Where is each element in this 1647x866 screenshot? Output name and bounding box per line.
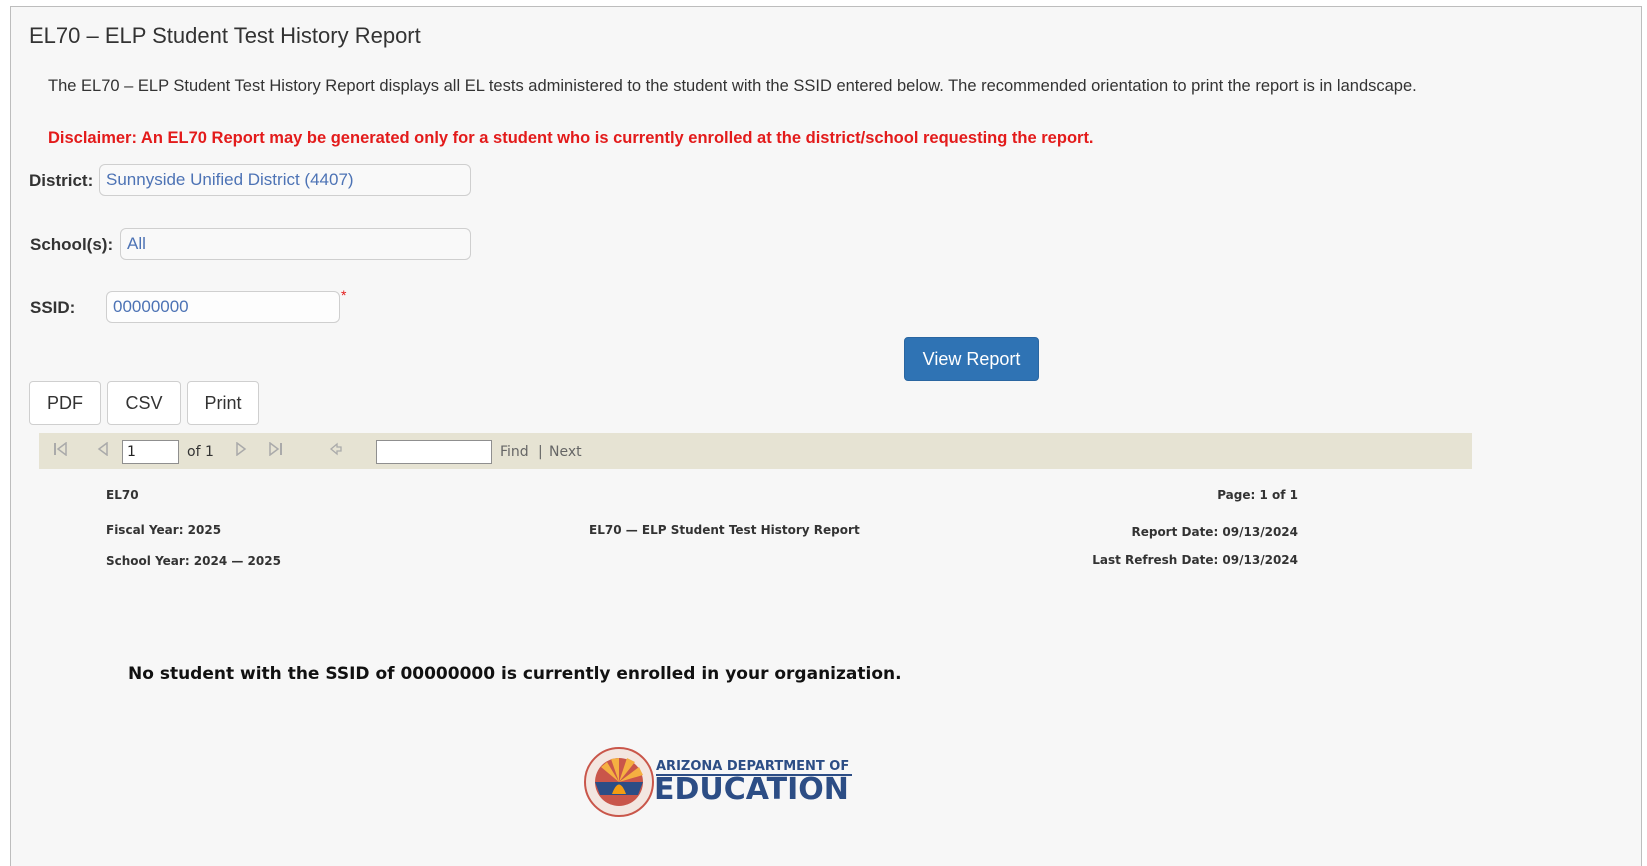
last-refresh-date: Last Refresh Date: 09/13/2024 bbox=[1092, 553, 1298, 567]
ssid-label: SSID: bbox=[30, 298, 76, 317]
pdf-button[interactable]: PDF bbox=[29, 381, 101, 425]
view-report-button[interactable]: View Report bbox=[904, 337, 1039, 381]
report-code: EL70 bbox=[106, 488, 139, 502]
page-number-input[interactable] bbox=[122, 440, 179, 464]
schools-field[interactable]: All bbox=[120, 228, 471, 260]
find-link[interactable]: Find bbox=[500, 444, 529, 460]
district-field[interactable]: Sunnyside Unified District (4407) bbox=[99, 164, 471, 196]
report-title: EL70 — ELP Student Test History Report bbox=[589, 523, 860, 537]
disclaimer-text: Disclaimer: An EL70 Report may be genera… bbox=[48, 129, 1094, 147]
first-page-icon[interactable] bbox=[53, 441, 69, 459]
report-panel: EL70 – ELP Student Test History Report T… bbox=[10, 6, 1642, 866]
report-date: Report Date: 09/13/2024 bbox=[1131, 525, 1298, 539]
ade-seal-icon bbox=[584, 747, 654, 817]
report-description: The EL70 – ELP Student Test History Repo… bbox=[48, 77, 1417, 95]
schools-label: School(s): bbox=[30, 235, 114, 254]
last-page-icon[interactable] bbox=[267, 441, 283, 459]
next-page-icon[interactable] bbox=[235, 441, 247, 459]
next-link[interactable]: Next bbox=[549, 444, 582, 460]
print-button[interactable]: Print bbox=[187, 381, 259, 425]
back-to-parent-icon[interactable] bbox=[329, 442, 343, 459]
fiscal-year: Fiscal Year: 2025 bbox=[106, 523, 222, 537]
school-year: School Year: 2024 — 2025 bbox=[106, 554, 281, 568]
find-input[interactable] bbox=[376, 440, 492, 464]
no-student-message: No student with the SSID of 00000000 is … bbox=[128, 664, 902, 684]
find-separator: | bbox=[538, 444, 543, 460]
logo-line2: EDUCATION bbox=[654, 772, 849, 807]
page-info: Page: 1 of 1 bbox=[1217, 488, 1298, 502]
district-label: District: bbox=[29, 171, 94, 190]
previous-page-icon[interactable] bbox=[97, 441, 109, 459]
required-marker: * bbox=[341, 287, 347, 303]
ssid-input[interactable]: 00000000 bbox=[106, 291, 340, 323]
page-count-label: of 1 bbox=[187, 444, 214, 460]
csv-button[interactable]: CSV bbox=[107, 381, 181, 425]
page-title: EL70 – ELP Student Test History Report bbox=[29, 23, 421, 48]
report-viewer-toolbar: of 1 Find | Next bbox=[39, 433, 1472, 469]
ade-logo: ARIZONA DEPARTMENT OF EDUCATION bbox=[584, 747, 852, 822]
